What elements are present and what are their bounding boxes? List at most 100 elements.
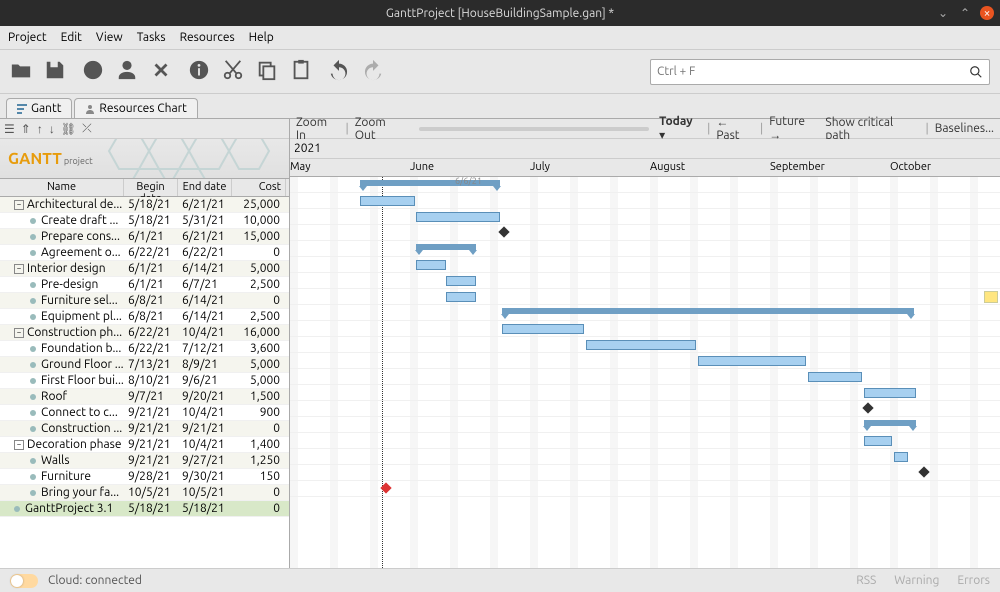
- search-icon[interactable]: [969, 65, 983, 79]
- month-label: September: [770, 161, 825, 173]
- summary-bar[interactable]: [502, 308, 914, 314]
- table-row[interactable]: Ground Floor ...7/13/218/9/215,000: [0, 357, 289, 373]
- window-title: GanttProject [HouseBuildingSample.gan] *: [386, 7, 614, 20]
- today-button[interactable]: Today ▾: [659, 115, 701, 142]
- unlink-icon[interactable]: ⤫: [82, 122, 92, 136]
- zoom-out-button[interactable]: Zoom Out: [355, 116, 409, 142]
- cloud-toggle[interactable]: [10, 574, 38, 588]
- task-table-body: −Architectural de...5/18/216/21/2125,000…: [0, 197, 289, 568]
- table-row[interactable]: Bring your fa...10/5/2110/5/210: [0, 485, 289, 501]
- open-icon[interactable]: [10, 59, 32, 84]
- task-bar[interactable]: [698, 356, 806, 366]
- menu-resources[interactable]: Resources: [180, 31, 235, 44]
- maximize-icon[interactable]: ⌃: [958, 6, 972, 20]
- month-label: May: [290, 161, 311, 173]
- view-tabs: Gantt Resources Chart: [0, 94, 1000, 118]
- table-row[interactable]: GanttProject 3.15/18/215/18/210: [0, 501, 289, 517]
- menu-help[interactable]: Help: [249, 31, 274, 44]
- rss-link[interactable]: RSS: [856, 574, 876, 587]
- task-bar[interactable]: [446, 276, 476, 286]
- table-row[interactable]: Construction ...9/21/219/21/210: [0, 421, 289, 437]
- month-label: July: [530, 161, 550, 173]
- zoom-slider[interactable]: [419, 127, 649, 131]
- table-row[interactable]: Walls9/21/219/27/211,250: [0, 453, 289, 469]
- link-icon[interactable]: ⛓: [61, 122, 76, 136]
- table-row[interactable]: −Construction ph...6/22/2110/4/2116,000: [0, 325, 289, 341]
- future-button[interactable]: Future →: [769, 115, 819, 142]
- table-row[interactable]: Agreement o...6/22/216/22/210: [0, 245, 289, 261]
- month-label: August: [650, 161, 685, 173]
- gantt-chart[interactable]: 6/6/21: [290, 177, 1000, 568]
- window-titlebar: GanttProject [HouseBuildingSample.gan] *…: [0, 0, 1000, 26]
- menu-tasks[interactable]: Tasks: [137, 31, 166, 44]
- table-row[interactable]: Connect to c...9/21/2110/4/21900: [0, 405, 289, 421]
- table-row[interactable]: Furniture9/28/219/30/21150: [0, 469, 289, 485]
- undo-icon[interactable]: [328, 59, 350, 84]
- tab-resources-chart[interactable]: Resources Chart: [74, 98, 197, 118]
- task-bar[interactable]: [416, 212, 500, 222]
- redo-icon[interactable]: [362, 59, 384, 84]
- tab-gantt[interactable]: Gantt: [6, 98, 72, 118]
- summary-bar[interactable]: [416, 244, 476, 250]
- task-bar[interactable]: [864, 388, 916, 398]
- task-bar[interactable]: [894, 452, 908, 462]
- col-begin[interactable]: Begin date: [124, 179, 178, 196]
- table-row[interactable]: −Interior design6/1/216/14/215,000: [0, 261, 289, 277]
- zoom-in-button[interactable]: Zoom In: [296, 116, 339, 142]
- down-icon[interactable]: ↓: [49, 122, 55, 136]
- app-logo: GANTTproject: [0, 139, 289, 179]
- list-icon[interactable]: ☰: [4, 122, 15, 136]
- table-row[interactable]: −Architectural de...5/18/216/21/2125,000: [0, 197, 289, 213]
- timeline-toolbar: Zoom In | Zoom Out Today ▾ | ← Past | Fu…: [290, 119, 1000, 139]
- col-cost[interactable]: Cost: [232, 179, 286, 196]
- search-input[interactable]: [657, 65, 969, 78]
- menu-edit[interactable]: Edit: [61, 31, 82, 44]
- table-row[interactable]: Foundation b...6/22/217/12/213,600: [0, 341, 289, 357]
- table-row[interactable]: −Decoration phase9/21/2110/4/211,400: [0, 437, 289, 453]
- table-row[interactable]: Pre-design6/1/216/7/212,500: [0, 277, 289, 293]
- date-label: 6/6/21: [455, 177, 482, 186]
- table-header: Name Begin date End date Cost: [0, 179, 289, 197]
- baselines-button[interactable]: Baselines...: [935, 122, 994, 135]
- main-toolbar: [0, 50, 1000, 94]
- menubar: Project Edit View Tasks Resources Help: [0, 26, 1000, 50]
- col-name[interactable]: Name: [0, 179, 124, 196]
- task-bar[interactable]: [446, 292, 476, 302]
- cloud-status: Cloud: connected: [48, 574, 142, 587]
- table-row[interactable]: First Floor bui...8/10/219/6/215,000: [0, 373, 289, 389]
- collapse-icon[interactable]: ⇑: [21, 122, 31, 136]
- history-icon[interactable]: [82, 59, 104, 84]
- task-bar[interactable]: [502, 324, 584, 334]
- copy-icon[interactable]: [256, 59, 278, 84]
- col-end[interactable]: End date: [178, 179, 232, 196]
- task-bar[interactable]: [360, 196, 415, 206]
- task-bar[interactable]: [586, 340, 696, 350]
- task-bar[interactable]: [864, 436, 892, 446]
- table-row[interactable]: Create draft ...5/18/215/31/2110,000: [0, 213, 289, 229]
- up-icon[interactable]: ↑: [37, 122, 43, 136]
- delete-icon[interactable]: [150, 59, 172, 84]
- task-bar[interactable]: [416, 260, 446, 270]
- task-bar[interactable]: [808, 372, 862, 382]
- past-button[interactable]: ← Past: [716, 115, 754, 142]
- search-box[interactable]: [650, 59, 990, 85]
- month-row: MayJuneJulyAugustSeptemberOctober: [290, 159, 1000, 177]
- user-icon[interactable]: [116, 59, 138, 84]
- errors-link[interactable]: Errors: [957, 574, 990, 587]
- close-icon[interactable]: ×: [980, 6, 994, 20]
- table-row[interactable]: Equipment pl...6/8/216/14/212,500: [0, 309, 289, 325]
- menu-project[interactable]: Project: [8, 31, 47, 44]
- save-icon[interactable]: [44, 59, 66, 84]
- paste-icon[interactable]: [290, 59, 312, 84]
- warning-link[interactable]: Warning: [894, 574, 939, 587]
- summary-bar[interactable]: [864, 420, 916, 426]
- menu-view[interactable]: View: [96, 31, 123, 44]
- minimize-icon[interactable]: ⌄: [936, 6, 950, 20]
- table-row[interactable]: Prepare cons...6/1/216/21/2115,000: [0, 229, 289, 245]
- resources-icon: [85, 104, 95, 114]
- cut-icon[interactable]: [222, 59, 244, 84]
- info-icon[interactable]: [188, 59, 210, 84]
- table-row[interactable]: Roof9/7/219/20/211,500: [0, 389, 289, 405]
- table-row[interactable]: Furniture sel...6/8/216/14/210: [0, 293, 289, 309]
- critical-path-button[interactable]: Show critical path: [825, 116, 919, 142]
